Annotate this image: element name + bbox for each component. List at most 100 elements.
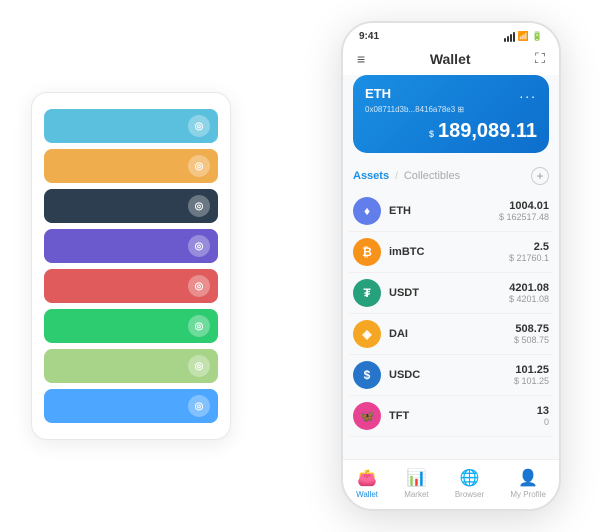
eth-card-menu[interactable]: ... (519, 85, 537, 101)
asset-name-usdt: USDT (389, 287, 509, 299)
asset-icon-imbtc: ₿ (353, 238, 381, 266)
asset-amounts-dai: 508.75$ 508.75 (514, 323, 549, 345)
eth-address: 0x08711d3b...8416a78e3 ⊞ (365, 105, 537, 114)
stack-row-3[interactable]: ◎ (44, 229, 218, 263)
asset-usd-usdc: $ 101.25 (514, 376, 549, 386)
stack-row-1[interactable]: ◎ (44, 149, 218, 183)
asset-icon-dai: ◈ (353, 320, 381, 348)
bottom-nav-item-market[interactable]: 📊 Market (404, 468, 428, 499)
asset-usd-usdt: $ 4201.08 (509, 294, 549, 304)
asset-icon-usdt: ₮ (353, 279, 381, 307)
asset-usd-eth: $ 162517.48 (499, 212, 549, 222)
bottom-nav: 👛 Wallet 📊 Market 🌐 Browser 👤 My Profile (343, 459, 559, 509)
bottom-nav-item-wallet[interactable]: 👛 Wallet (356, 468, 378, 499)
asset-row-dai[interactable]: ◈ DAI508.75$ 508.75 (349, 314, 553, 355)
bottom-nav-icon-browser: 🌐 (460, 468, 480, 488)
asset-amounts-imbtc: 2.5$ 21760.1 (509, 241, 549, 263)
stack-row-icon-5: ◎ (188, 315, 210, 337)
assets-tab-collectibles[interactable]: Collectibles (404, 170, 460, 182)
menu-icon[interactable]: ≡ (357, 51, 365, 67)
asset-amount-dai: 508.75 (514, 323, 549, 335)
asset-icon-usdc: $ (353, 361, 381, 389)
asset-amount-imbtc: 2.5 (509, 241, 549, 253)
stack-row-0[interactable]: ◎ (44, 109, 218, 143)
asset-amounts-usdc: 101.25$ 101.25 (514, 364, 549, 386)
eth-balance-value: 189,089.11 (438, 120, 537, 142)
stack-row-4[interactable]: ◎ (44, 269, 218, 303)
stack-row-icon-4: ◎ (188, 275, 210, 297)
stack-row-icon-1: ◎ (188, 155, 210, 177)
asset-row-imbtc[interactable]: ₿ imBTC2.5$ 21760.1 (349, 232, 553, 273)
status-bar: 9:41 📶 🔋 (343, 23, 559, 46)
asset-amount-usdt: 4201.08 (509, 282, 549, 294)
stack-row-icon-0: ◎ (188, 115, 210, 137)
eth-card: ETH ... 0x08711d3b...8416a78e3 ⊞ $189,08… (353, 75, 549, 153)
asset-row-tft[interactable]: 🦋 TFT130 (349, 396, 553, 437)
asset-name-usdc: USDC (389, 369, 514, 381)
stack-row-6[interactable]: ◎ (44, 349, 218, 383)
assets-tabs: Assets / Collectibles (353, 170, 460, 182)
stack-row-icon-2: ◎ (188, 195, 210, 217)
phone-mockup: 9:41 📶 🔋 ≡ Wallet ⛶ ETH (341, 21, 561, 511)
asset-amounts-eth: 1004.01$ 162517.48 (499, 200, 549, 222)
eth-card-title: ETH (365, 86, 391, 101)
phone-nav: ≡ Wallet ⛶ (343, 46, 559, 75)
eth-card-header: ETH ... (365, 85, 537, 101)
eth-balance: $189,089.11 (365, 120, 537, 143)
assets-header: Assets / Collectibles + (343, 163, 559, 191)
assets-tab-active[interactable]: Assets (353, 170, 389, 182)
asset-amounts-tft: 130 (537, 405, 549, 427)
eth-address-text: 0x08711d3b...8416a78e3 (365, 105, 455, 114)
asset-row-usdc[interactable]: $ USDC101.25$ 101.25 (349, 355, 553, 396)
bottom-nav-icon-market: 📊 (406, 468, 426, 488)
asset-row-usdt[interactable]: ₮ USDT4201.08$ 4201.08 (349, 273, 553, 314)
status-icons: 📶 🔋 (504, 31, 543, 42)
asset-usd-dai: $ 508.75 (514, 335, 549, 345)
eth-currency: $ (429, 129, 434, 139)
bottom-nav-item-browser[interactable]: 🌐 Browser (455, 468, 484, 499)
stack-row-icon-3: ◎ (188, 235, 210, 257)
wifi-icon: 📶 (518, 31, 529, 42)
status-time: 9:41 (359, 31, 379, 42)
assets-divider: / (395, 171, 398, 182)
asset-amounts-usdt: 4201.08$ 4201.08 (509, 282, 549, 304)
bottom-nav-icon-wallet: 👛 (357, 468, 377, 488)
asset-usd-tft: 0 (537, 417, 549, 427)
stack-row-icon-6: ◎ (188, 355, 210, 377)
phone-content: ETH ... 0x08711d3b...8416a78e3 ⊞ $189,08… (343, 75, 559, 459)
asset-icon-eth: ♦ (353, 197, 381, 225)
stack-row-7[interactable]: ◎ (44, 389, 218, 423)
add-asset-button[interactable]: + (531, 167, 549, 185)
card-stack: ◎ ◎ ◎ ◎ ◎ ◎ ◎ ◎ (31, 92, 231, 440)
stack-row-icon-7: ◎ (188, 395, 210, 417)
signal-bar-3 (510, 34, 512, 42)
asset-row-eth[interactable]: ♦ ETH1004.01$ 162517.48 (349, 191, 553, 232)
stack-row-5[interactable]: ◎ (44, 309, 218, 343)
asset-list: ♦ ETH1004.01$ 162517.48 ₿ imBTC2.5$ 21760.1… (343, 191, 559, 459)
asset-amount-tft: 13 (537, 405, 549, 417)
asset-amount-usdc: 101.25 (514, 364, 549, 376)
asset-name-dai: DAI (389, 328, 514, 340)
bottom-nav-label-my-profile: My Profile (510, 490, 546, 499)
signal-bars (504, 32, 515, 42)
bottom-nav-label-market: Market (404, 490, 428, 499)
asset-icon-tft: 🦋 (353, 402, 381, 430)
bottom-nav-label-browser: Browser (455, 490, 484, 499)
signal-bar-4 (513, 32, 515, 42)
nav-title: Wallet (430, 51, 471, 67)
stack-row-2[interactable]: ◎ (44, 189, 218, 223)
signal-bar-1 (504, 38, 506, 42)
asset-name-tft: TFT (389, 410, 537, 422)
asset-amount-eth: 1004.01 (499, 200, 549, 212)
bottom-nav-icon-my-profile: 👤 (518, 468, 538, 488)
battery-icon: 🔋 (532, 31, 543, 42)
eth-address-icon: ⊞ (457, 105, 464, 114)
expand-icon[interactable]: ⛶ (535, 50, 545, 67)
asset-name-imbtc: imBTC (389, 246, 509, 258)
asset-name-eth: ETH (389, 205, 499, 217)
asset-usd-imbtc: $ 21760.1 (509, 253, 549, 263)
signal-bar-2 (507, 36, 509, 42)
scene: ◎ ◎ ◎ ◎ ◎ ◎ ◎ ◎ 9:41 📶 🔋 ≡ Wallet ⛶ (11, 11, 591, 521)
bottom-nav-item-my-profile[interactable]: 👤 My Profile (510, 468, 546, 499)
bottom-nav-label-wallet: Wallet (356, 490, 378, 499)
